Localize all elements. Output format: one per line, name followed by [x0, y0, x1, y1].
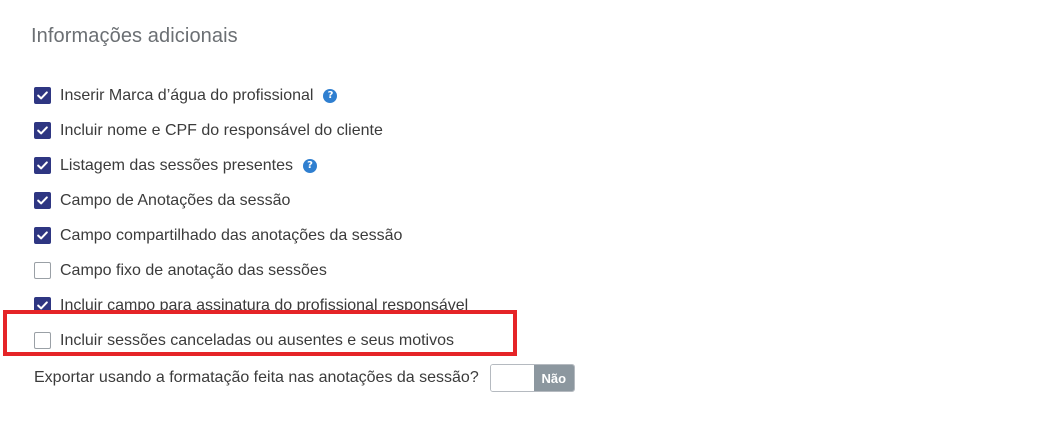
checkmark-icon [37, 126, 48, 135]
export-formatting-row: Exportar usando a formatação feita nas a… [34, 364, 575, 392]
section-title: Informações adicionais [31, 25, 238, 47]
checkmark-icon [37, 231, 48, 240]
option-notes-field[interactable]: Campo de Anotações da sessão [34, 183, 468, 218]
option-include-responsible[interactable]: Incluir nome e CPF do responsável do cli… [34, 113, 468, 148]
checkbox[interactable] [34, 227, 51, 244]
option-watermark[interactable]: Inserir Marca d’água do profissional ? [34, 78, 468, 113]
checkmark-icon [37, 196, 48, 205]
checkbox[interactable] [34, 122, 51, 139]
export-formatting-label: Exportar usando a formatação feita nas a… [34, 369, 479, 386]
checkbox[interactable] [34, 87, 51, 104]
option-session-list[interactable]: Listagem das sessões presentes ? [34, 148, 468, 183]
option-label: Campo compartilhado das anotações da ses… [60, 226, 403, 244]
option-label: Inserir Marca d’água do profissional [60, 86, 314, 104]
help-icon[interactable]: ? [323, 88, 338, 103]
option-shared-notes[interactable]: Campo compartilhado das anotações da ses… [34, 218, 468, 253]
option-fixed-notes[interactable]: Campo fixo de anotação das sessões [34, 253, 468, 288]
checkmark-icon [37, 301, 48, 310]
checkmark-icon [37, 161, 48, 170]
option-label: Listagem das sessões presentes [60, 156, 294, 174]
checkmark-icon [37, 91, 48, 100]
option-label: Campo de Anotações da sessão [60, 191, 291, 209]
help-icon[interactable]: ? [303, 158, 318, 173]
option-label: Campo fixo de anotação das sessões [60, 261, 327, 279]
toggle-state-label: Não [533, 365, 574, 391]
checkbox[interactable] [34, 192, 51, 209]
highlight-box [3, 310, 517, 356]
export-formatting-toggle[interactable]: Não [489, 364, 575, 392]
toggle-knob[interactable] [490, 365, 534, 391]
option-label: Incluir nome e CPF do responsável do cli… [60, 121, 383, 139]
checkbox[interactable] [34, 157, 51, 174]
checkbox[interactable] [34, 262, 51, 279]
